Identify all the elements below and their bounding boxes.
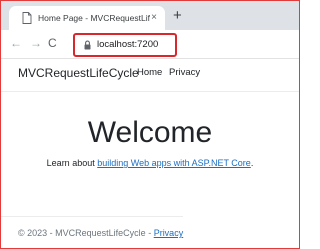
brand-link[interactable]: MVCRequestLifeCycle <box>18 65 139 81</box>
page-favicon-icon <box>22 12 32 24</box>
tab-title: Home Page - MVCRequestLifeCyc <box>38 13 150 23</box>
docs-link[interactable]: building Web apps with ASP.NET Core <box>97 158 251 168</box>
navbar-divider <box>1 91 299 92</box>
browser-tab-strip: Home Page - MVCRequestLifeCyc × + <box>1 1 299 30</box>
plus-icon[interactable]: + <box>173 7 182 25</box>
browser-tab[interactable]: Home Page - MVCRequestLifeCyc × <box>9 6 165 30</box>
learn-text: Learn about building Web apps with ASP.N… <box>1 156 299 170</box>
reload-icon[interactable]: C <box>48 36 57 50</box>
back-arrow-icon[interactable]: ← <box>10 36 22 50</box>
forward-arrow-icon[interactable]: → <box>30 36 42 50</box>
footer-divider <box>1 216 183 217</box>
close-icon[interactable]: × <box>151 11 157 25</box>
lock-icon <box>84 40 91 50</box>
nav-link-home[interactable]: Home <box>137 65 162 81</box>
learn-suffix: . <box>250 158 254 168</box>
page-heading: Welcome <box>87 116 213 149</box>
url-text: localhost:7200 <box>97 39 159 50</box>
browser-toolbar: ← → C localhost:7200 <box>1 30 299 59</box>
learn-prefix: Learn about <box>46 158 98 168</box>
address-bar[interactable]: localhost:7200 <box>73 33 177 57</box>
site-navbar: MVCRequestLifeCycle Home Privacy <box>1 59 299 87</box>
nav-link-privacy[interactable]: Privacy <box>169 65 200 81</box>
web-page: MVCRequestLifeCycle Home Privacy Welcome… <box>1 59 299 247</box>
footer-privacy-link[interactable]: Privacy <box>154 228 184 238</box>
footer-copyright: © 2023 - MVCRequestLifeCycle - <box>18 228 154 238</box>
footer: © 2023 - MVCRequestLifeCycle - Privacy <box>18 226 183 240</box>
